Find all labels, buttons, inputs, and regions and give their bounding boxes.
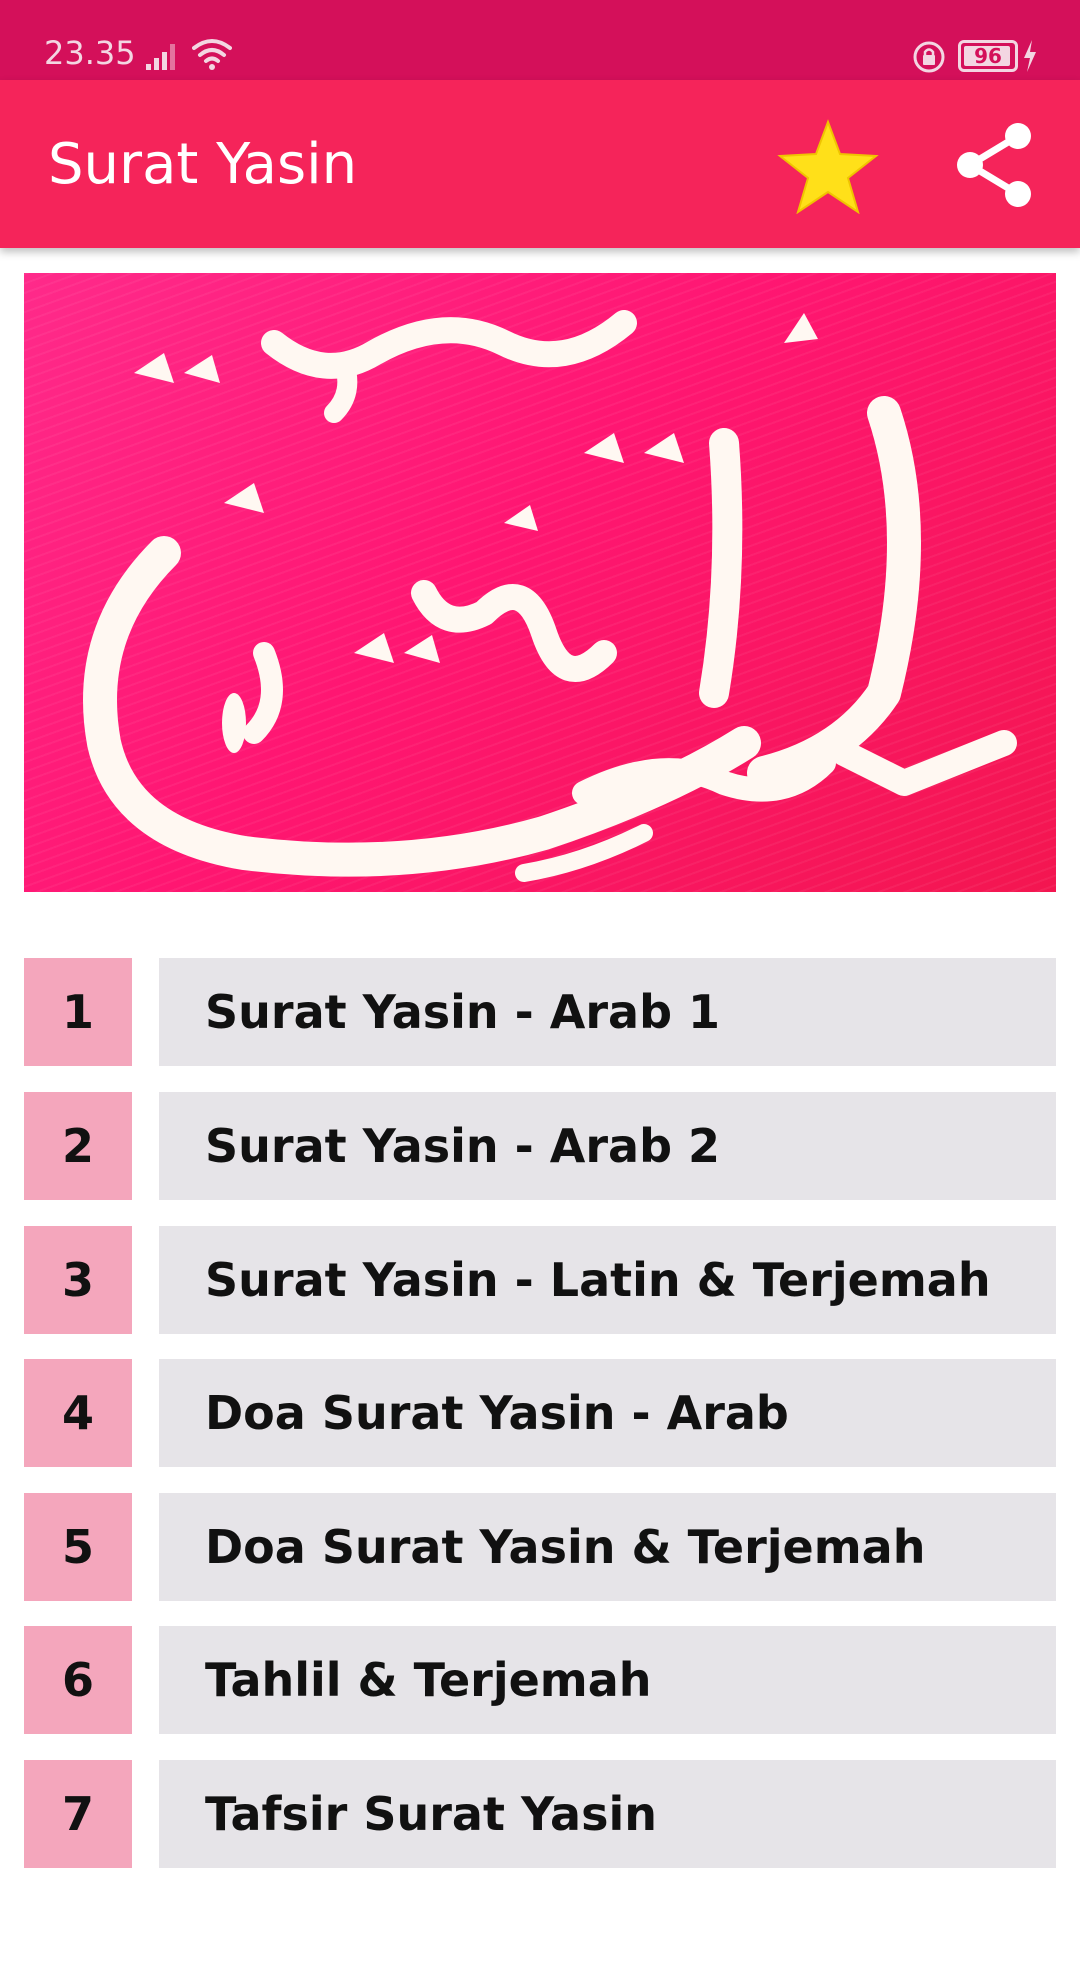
- item-number: 1: [24, 958, 132, 1066]
- item-number: 2: [24, 1092, 132, 1200]
- item-number: 7: [24, 1760, 132, 1868]
- item-label[interactable]: Tafsir Surat Yasin: [159, 1760, 1056, 1868]
- list-item[interactable]: 5 Doa Surat Yasin & Terjemah: [24, 1493, 1056, 1601]
- item-label[interactable]: Surat Yasin - Arab 2: [159, 1092, 1056, 1200]
- share-icon[interactable]: [950, 120, 1040, 210]
- item-label[interactable]: Surat Yasin - Latin & Terjemah: [159, 1226, 1056, 1334]
- signal-icon: [146, 44, 175, 70]
- status-bar: 23.35 96: [0, 0, 1080, 80]
- item-label[interactable]: Surat Yasin - Arab 1: [159, 958, 1056, 1066]
- list-item[interactable]: 6 Tahlil & Terjemah: [24, 1626, 1056, 1734]
- list-item[interactable]: 7 Tafsir Surat Yasin: [24, 1760, 1056, 1868]
- lock-icon: [913, 41, 945, 73]
- item-number: 6: [24, 1626, 132, 1734]
- star-icon[interactable]: [776, 118, 880, 214]
- list-item[interactable]: 4 Doa Surat Yasin - Arab: [24, 1359, 1056, 1467]
- item-label[interactable]: Doa Surat Yasin - Arab: [159, 1359, 1056, 1467]
- app-title: Surat Yasin: [48, 132, 358, 197]
- item-number: 4: [24, 1359, 132, 1467]
- yasin-calligraphy-banner: [24, 273, 1056, 892]
- charging-icon: [1024, 40, 1036, 72]
- item-number: 5: [24, 1493, 132, 1601]
- wifi-icon: [192, 39, 232, 70]
- item-label[interactable]: Doa Surat Yasin & Terjemah: [159, 1493, 1056, 1601]
- app-bar: Surat Yasin: [0, 80, 1080, 248]
- battery-icon: 96: [958, 40, 1018, 72]
- list-item[interactable]: 2 Surat Yasin - Arab 2: [24, 1092, 1056, 1200]
- list-item[interactable]: 3 Surat Yasin - Latin & Terjemah: [24, 1226, 1056, 1334]
- battery-percent: 96: [974, 44, 1002, 68]
- calligraphy-image: [83, 310, 1017, 882]
- item-number: 3: [24, 1226, 132, 1334]
- item-label[interactable]: Tahlil & Terjemah: [159, 1626, 1056, 1734]
- status-time: 23.35: [44, 34, 136, 72]
- list-item[interactable]: 1 Surat Yasin - Arab 1: [24, 958, 1056, 1066]
